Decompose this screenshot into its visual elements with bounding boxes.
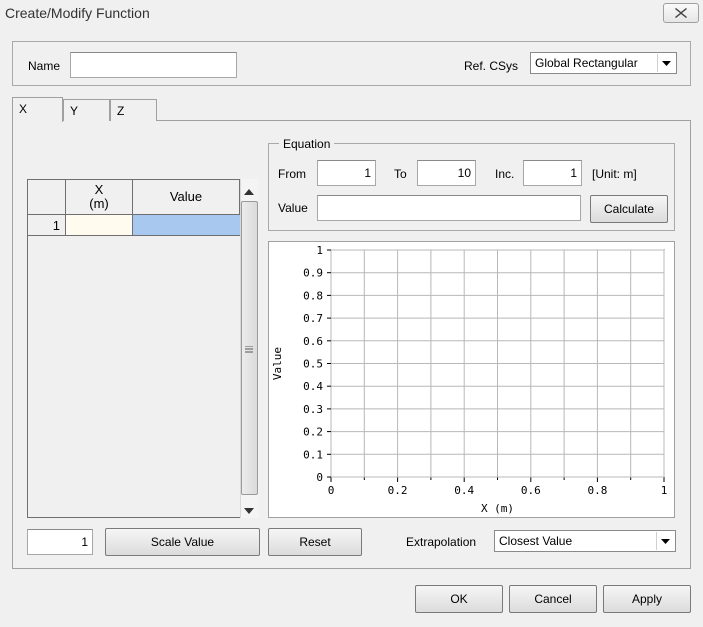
chevron-down-icon [656, 532, 674, 550]
extrapolation-label: Extrapolation [406, 535, 477, 549]
x-tick-label: 1 [661, 484, 668, 497]
to-label: To [394, 167, 407, 181]
chevron-down-icon [657, 54, 675, 72]
tab-x[interactable]: X [12, 97, 63, 122]
x-tick-label: 0.2 [388, 484, 408, 497]
to-input[interactable] [417, 160, 476, 186]
extrapolation-select[interactable]: Closest Value [494, 530, 676, 552]
name-input[interactable] [70, 52, 237, 78]
tab-x-label: X [19, 102, 28, 116]
tab-z-label: Z [117, 104, 125, 118]
inc-label: Inc. [495, 167, 515, 181]
x-tick-label: 0.6 [521, 484, 541, 497]
x-tick-label: 0.4 [454, 484, 474, 497]
x-tick-label: 0 [328, 484, 335, 497]
y-tick-label: 0.9 [303, 267, 323, 280]
column-header-value[interactable]: Value [133, 180, 240, 215]
column-header-x-name: X [94, 182, 104, 197]
close-button[interactable] [663, 3, 699, 23]
tab-y[interactable]: Y [63, 99, 110, 121]
scroll-up-icon[interactable] [244, 184, 254, 198]
from-label: From [278, 167, 306, 181]
column-header-x[interactable]: X (m) [66, 180, 133, 215]
y-tick-label: 0.8 [303, 289, 323, 302]
table-corner-header [28, 180, 66, 215]
y-axis-label: Value [271, 347, 284, 380]
cell-x-1[interactable] [66, 215, 133, 236]
unit-label: [Unit: m] [592, 167, 637, 181]
scale-input[interactable] [27, 529, 93, 555]
name-label: Name [28, 59, 61, 73]
y-tick-label: 0.3 [303, 403, 323, 416]
y-tick-label: 0.1 [303, 448, 323, 461]
row-header-1[interactable]: 1 [28, 215, 66, 236]
y-tick-label: 0.5 [303, 358, 323, 371]
function-chart: 0 0.1 0.2 0.3 0.4 0.5 0.6 0.7 0.8 0.9 1 0 0.2 0.4 0.6 0… [268, 241, 675, 518]
x-axis-label: X (m) [481, 502, 514, 515]
apply-button[interactable]: Apply [603, 585, 691, 613]
scroll-down-icon[interactable] [244, 503, 254, 517]
cell-value-1[interactable] [133, 215, 240, 236]
ok-button[interactable]: OK [415, 585, 503, 613]
scale-value-button[interactable]: Scale Value [105, 528, 260, 556]
y-tick-label: 0 [316, 471, 323, 484]
ref-csys-value: Global Rectangular [535, 56, 638, 70]
y-tick-label: 1 [316, 244, 323, 257]
column-header-x-unit: (m) [89, 196, 109, 211]
extrapolation-value: Closest Value [499, 534, 573, 548]
ref-csys-select[interactable]: Global Rectangular [530, 52, 677, 74]
calculate-button[interactable]: Calculate [590, 195, 668, 223]
value-label: Value [278, 201, 308, 215]
ref-csys-label: Ref. CSys [464, 59, 519, 73]
tab-z[interactable]: Z [110, 99, 157, 121]
equation-legend: Equation [279, 137, 335, 151]
x-tick-label: 0.8 [587, 484, 607, 497]
chart-canvas: 0 0.1 0.2 0.3 0.4 0.5 0.6 0.7 0.8 0.9 1 0 0.2 0.4 0.6 0… [271, 244, 668, 515]
window-title: Create/Modify Function [5, 5, 150, 21]
y-tick-label: 0.4 [303, 380, 323, 393]
y-tick-label: 0.7 [303, 312, 323, 325]
from-input[interactable] [317, 160, 376, 186]
inc-input[interactable] [523, 160, 582, 186]
column-header-value-label: Value [169, 189, 203, 204]
cancel-button[interactable]: Cancel [509, 585, 597, 613]
close-icon [675, 8, 687, 18]
y-tick-label: 0.6 [303, 335, 323, 348]
y-tick-label: 0.2 [303, 426, 323, 439]
reset-button[interactable]: Reset [268, 528, 362, 556]
value-expression-input[interactable] [317, 195, 581, 221]
grip-icon [245, 342, 253, 356]
tab-y-label: Y [70, 104, 79, 118]
